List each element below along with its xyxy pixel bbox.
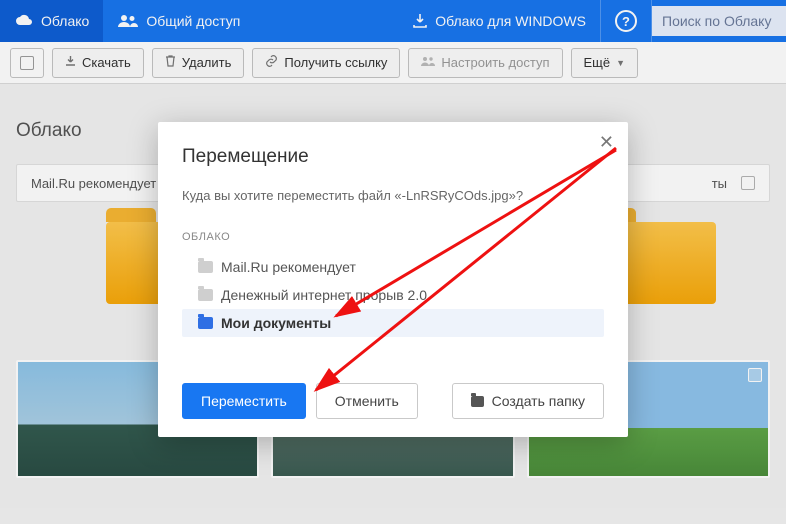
tree-item-label: Мои документы	[221, 315, 331, 331]
folder-icon	[471, 396, 484, 407]
folder-icon	[198, 261, 213, 273]
tree-item[interactable]: Денежный интернет прорыв 2.0	[182, 281, 604, 309]
folder-icon	[198, 289, 213, 301]
folder-icon	[198, 317, 213, 329]
move-dialog: ✕ Перемещение Куда вы хотите переместить…	[158, 122, 628, 437]
new-folder-label: Создать папку	[492, 393, 585, 409]
folder-tree: Mail.Ru рекомендует Денежный интернет пр…	[182, 253, 604, 337]
dialog-prompt: Куда вы хотите переместить файл «-LnRSRy…	[182, 188, 604, 203]
tree-item-label: Денежный интернет прорыв 2.0	[221, 287, 427, 303]
close-button[interactable]: ✕	[599, 132, 614, 153]
tree-root-label: ОБЛАКО	[182, 231, 604, 243]
modal-overlay: ✕ Перемещение Куда вы хотите переместить…	[0, 0, 786, 524]
tree-item-selected[interactable]: Мои документы	[182, 309, 604, 337]
cancel-label: Отменить	[335, 393, 399, 409]
dialog-actions: Переместить Отменить Создать папку	[182, 383, 604, 419]
move-label: Переместить	[201, 393, 287, 409]
tree-item-label: Mail.Ru рекомендует	[221, 259, 356, 275]
tree-item[interactable]: Mail.Ru рекомендует	[182, 253, 604, 281]
dialog-title: Перемещение	[182, 146, 604, 168]
move-button[interactable]: Переместить	[182, 383, 306, 419]
new-folder-button[interactable]: Создать папку	[452, 383, 604, 419]
cancel-button[interactable]: Отменить	[316, 383, 418, 419]
